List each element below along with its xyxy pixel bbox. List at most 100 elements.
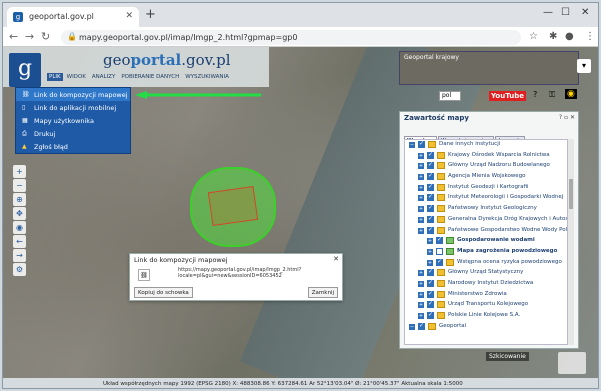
close-button[interactable]: Zamknij xyxy=(307,287,338,298)
menu-plik[interactable]: PLIK xyxy=(47,73,63,81)
layer-row[interactable]: + Instytut Geodezji i Kartografii xyxy=(405,183,567,194)
layer-row[interactable]: + Główny Urząd Statystyczny xyxy=(405,268,567,279)
expand-toggle-icon[interactable]: + xyxy=(418,163,424,170)
help-icon[interactable]: ? xyxy=(533,90,537,99)
layer-checkbox[interactable] xyxy=(436,247,443,255)
expand-toggle-icon[interactable]: + xyxy=(418,152,424,159)
menu-wyszukiwania[interactable]: WYSZUKIWANIA xyxy=(183,73,231,81)
layer-row[interactable]: + Mapa zagrożenia powodziowego xyxy=(405,247,567,258)
layer-checkbox[interactable] xyxy=(427,151,434,159)
menu-item-link-kompozycji[interactable]: ⛓ Link do kompozycji mapowej xyxy=(16,88,130,101)
lock-icon[interactable]: ⚿ xyxy=(549,90,555,100)
popup-link-text[interactable]: https://mapy.geoportal.gov.pl/imap/Imgp_… xyxy=(178,267,338,279)
star-icon[interactable]: ☆ xyxy=(529,31,538,42)
menu-widok[interactable]: WIDOK xyxy=(65,73,88,81)
layer-checkbox[interactable] xyxy=(436,236,443,245)
zoom-out-icon[interactable]: − xyxy=(13,179,26,192)
menu-analizy[interactable]: ANALIZY xyxy=(90,73,117,81)
overview-map[interactable]: Geoportal krajowy xyxy=(399,51,579,85)
expand-toggle-icon[interactable]: + xyxy=(418,227,424,234)
layer-row[interactable]: + Państwowe Gospodarstwo Wodne Wody Pol xyxy=(405,226,567,237)
layer-row[interactable]: + Państwowy Instytut Geologiczny xyxy=(405,204,567,215)
expand-toggle-icon[interactable]: + xyxy=(418,184,424,191)
forward-icon[interactable]: → xyxy=(25,30,34,43)
layer-checkbox[interactable] xyxy=(427,204,434,213)
menu-item-drukuj[interactable]: ⎙ Drukuj xyxy=(16,127,130,140)
layer-checkbox[interactable] xyxy=(436,258,443,266)
expand-toggle-icon[interactable]: + xyxy=(418,174,424,181)
layer-row[interactable]: + Generalna Dyrekcja Dróg Krajowych i Aut… xyxy=(405,215,567,226)
back-icon[interactable]: ← xyxy=(9,30,18,43)
layer-row[interactable]: − Geoportal xyxy=(405,322,567,333)
expand-toggle-icon[interactable]: + xyxy=(418,302,424,309)
expand-toggle-icon[interactable]: + xyxy=(418,313,424,319)
sketch-label[interactable]: Szkicowanie xyxy=(486,352,529,361)
expand-toggle-icon[interactable]: + xyxy=(418,216,424,223)
layer-checkbox[interactable] xyxy=(427,226,434,234)
expand-toggle-icon[interactable]: + xyxy=(418,291,424,298)
expand-toggle-icon[interactable]: + xyxy=(427,248,433,255)
expand-toggle-icon[interactable]: − xyxy=(409,142,415,148)
previous-extent-icon[interactable]: ← xyxy=(13,235,26,248)
layer-tree-scrollbar[interactable] xyxy=(568,139,574,345)
maximize-icon[interactable]: ☐ xyxy=(561,7,570,18)
layer-row[interactable]: − Dane innych instytucji xyxy=(405,140,567,151)
menu-item-zglos-blad[interactable]: ▲ Zgłoś błąd xyxy=(16,140,130,153)
expand-toggle-icon[interactable]: − xyxy=(409,323,415,330)
youtube-button[interactable]: YouTube xyxy=(489,91,526,101)
minimize-icon[interactable]: — xyxy=(543,7,553,18)
measure-icon[interactable]: ⚙ xyxy=(13,263,26,276)
layer-checkbox[interactable] xyxy=(427,268,434,277)
zoom-in-icon[interactable]: + xyxy=(13,165,26,178)
expand-toggle-icon[interactable]: + xyxy=(418,206,424,213)
new-tab-button[interactable]: + xyxy=(145,7,156,22)
overview-toggle-icon[interactable]: ▾ xyxy=(577,59,591,73)
reload-icon[interactable]: ↻ xyxy=(41,30,50,43)
layer-row[interactable]: + Ministerstwo Zdrowia xyxy=(405,290,567,301)
language-select[interactable]: pol xyxy=(439,91,461,101)
next-extent-icon[interactable]: → xyxy=(13,249,26,262)
layer-checkbox[interactable] xyxy=(427,215,434,223)
layer-row[interactable]: + Gospodarowanie wodami xyxy=(405,236,567,247)
popup-close-icon[interactable]: ✕ xyxy=(333,255,339,263)
layer-checkbox[interactable] xyxy=(427,311,434,319)
close-window-icon[interactable]: ✕ xyxy=(581,7,589,18)
layer-checkbox[interactable] xyxy=(427,300,434,309)
layer-checkbox[interactable] xyxy=(427,279,434,287)
layer-row[interactable]: + Polskie Linie Kolejowe S.A. xyxy=(405,311,567,322)
expand-toggle-icon[interactable]: + xyxy=(418,195,424,202)
extensions-icon[interactable]: ✱ xyxy=(549,31,557,42)
zoom-window-icon[interactable]: ⊕ xyxy=(13,193,26,206)
full-extent-icon[interactable]: ◉ xyxy=(13,221,26,234)
close-tab-icon[interactable]: ✕ xyxy=(125,11,133,21)
layer-row[interactable]: + Agencja Mienia Wojskowego xyxy=(405,172,567,183)
layer-row[interactable]: + Wstępna ocena ryzyka powodziowego xyxy=(405,258,567,269)
menu-item-mapy-uzytkownika[interactable]: ▦ Mapy użytkownika xyxy=(16,114,130,127)
layer-row[interactable]: + Urząd Transportu Kolejowego xyxy=(405,300,567,311)
url-field[interactable]: 🔒 mapy.geoportal.gov.pl/imap/Imgp_2.html… xyxy=(61,30,521,45)
profile-icon[interactable]: ● xyxy=(565,31,574,42)
panel-window-icons[interactable]: ? ▫ ✕ xyxy=(559,114,575,121)
layer-checkbox[interactable] xyxy=(418,140,425,148)
layer-checkbox[interactable] xyxy=(427,183,434,191)
layer-row[interactable]: + Instytut Meteorologii i Gospodarki Wodn… xyxy=(405,193,567,204)
layer-checkbox[interactable] xyxy=(427,172,434,181)
expand-toggle-icon[interactable]: + xyxy=(427,238,433,245)
pan-icon[interactable]: ✥ xyxy=(13,207,26,220)
layer-checkbox[interactable] xyxy=(418,322,425,330)
expand-toggle-icon[interactable]: + xyxy=(427,259,433,266)
layer-row[interactable]: + Główny Urząd Nadzoru Budowlanego xyxy=(405,161,567,172)
sketch-tools[interactable] xyxy=(558,352,586,374)
expand-toggle-icon[interactable]: + xyxy=(418,270,424,277)
eye-icon[interactable]: ◉ xyxy=(565,89,577,99)
layer-row[interactable]: + Narodowy Instytut Dziedzictwa xyxy=(405,279,567,290)
menu-icon[interactable]: ⋮ xyxy=(585,31,595,42)
expand-toggle-icon[interactable]: + xyxy=(418,280,424,287)
menu-pobieranie[interactable]: POBIERANIE DANYCH xyxy=(119,73,181,81)
menu-item-link-mobilnej[interactable]: ▯ Link do aplikacji mobilnej xyxy=(16,101,130,114)
layer-checkbox[interactable] xyxy=(427,290,434,298)
browser-tab[interactable]: g geoportal.gov.pl ✕ xyxy=(7,7,139,27)
layer-row[interactable]: + Krajowy Ośrodek Wsparcia Rolnictwa xyxy=(405,151,567,162)
layer-checkbox[interactable] xyxy=(427,161,434,170)
layer-checkbox[interactable] xyxy=(427,193,434,202)
